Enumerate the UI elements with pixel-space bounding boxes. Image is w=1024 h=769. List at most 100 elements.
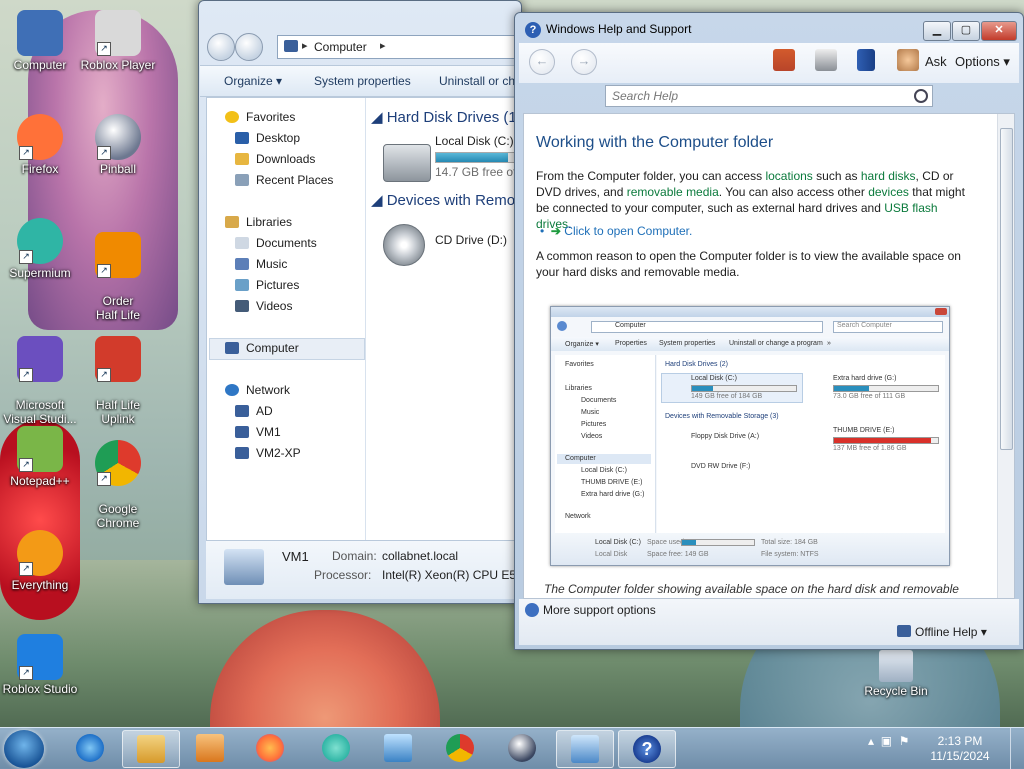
help-icon: ? [525, 22, 541, 38]
ask-icon[interactable] [897, 49, 919, 71]
organize-button[interactable]: Organize ▾ [224, 74, 282, 88]
chevron-right-icon: ▸ [380, 40, 386, 52]
link-locations[interactable]: locations [765, 169, 812, 183]
nav-downloads[interactable]: Downloads [235, 152, 315, 166]
local-disk-usage-bar [435, 152, 521, 163]
desktop-icon-label: Roblox Studio [2, 682, 78, 696]
network-icon [225, 384, 239, 396]
nav-network-vm1[interactable]: VM1 [235, 425, 281, 439]
system-tray[interactable]: ▴ ▣ ⚑ [868, 734, 909, 748]
help-title-bar: ? Windows Help and Support [525, 22, 691, 38]
taskbar-network-settings[interactable] [370, 730, 426, 766]
taskbar-media-player[interactable] [182, 730, 238, 766]
maximize-button[interactable]: ▢ [952, 21, 980, 41]
back-button[interactable] [207, 33, 235, 61]
browse-help-icon[interactable] [857, 49, 875, 71]
help-vertical-scrollbar[interactable] [997, 114, 1014, 598]
taskbar-pinball[interactable] [494, 730, 550, 766]
chevron-right-icon: ▸ [302, 40, 308, 52]
start-button[interactable] [4, 730, 44, 768]
nav-libraries[interactable]: Libraries [225, 215, 292, 229]
taskbar-windows-explorer[interactable] [122, 730, 180, 768]
desktop-icon-roblox-studio[interactable]: ↗ Roblox Studio [2, 634, 78, 696]
link-hard-disks[interactable]: hard disks [861, 169, 916, 183]
desktop-icon-supermium[interactable]: ↗ Supermium [2, 218, 78, 280]
desktop-icon-label: Order Half Life [95, 294, 141, 322]
help-search-input[interactable]: Search Help [605, 85, 933, 107]
forward-button[interactable] [235, 33, 263, 61]
link-devices[interactable]: devices [868, 185, 909, 199]
uninstall-button[interactable]: Uninstall or ch [439, 74, 515, 88]
desktop-icon-pinball[interactable]: ↗ Pinball [80, 114, 156, 176]
address-bar[interactable]: ▸ Computer ▸ [277, 35, 529, 59]
taskbar-supermium[interactable] [308, 730, 364, 766]
clock[interactable]: 2:13 PM 11/15/2024 [930, 734, 990, 764]
desktop-icon-firefox[interactable]: ↗ Firefox [2, 114, 78, 176]
taskbar-control-panel[interactable] [556, 730, 614, 768]
desktop-icon-notepad-plus-plus[interactable]: ↗ Notepad++ [2, 426, 78, 488]
print-icon[interactable] [815, 49, 837, 71]
desktop-icon-half-life-uplink[interactable]: ↗ Half Life Uplink [80, 322, 156, 440]
internet-explorer-icon [76, 734, 104, 762]
group-header-devices[interactable]: ◢ Devices with Remov [371, 191, 521, 209]
options-button[interactable]: Options ▾ [955, 54, 1010, 70]
ask-button[interactable]: Ask [925, 54, 947, 69]
search-icon[interactable] [914, 89, 928, 103]
article-title: Working with the Computer folder [536, 134, 774, 151]
desktop-icon-visual-studio[interactable]: ↗ Microsoft Visual Studi... [2, 322, 78, 440]
help-window[interactable]: ? Windows Help and Support ▁ ▢ ✕ ← → Ask … [514, 12, 1024, 650]
home-icon[interactable] [773, 49, 795, 71]
desktop-icon-label: Half Life Uplink [95, 398, 141, 426]
scrollbar-thumb[interactable] [1000, 128, 1013, 450]
downloads-folder-icon [235, 153, 249, 165]
address-text: Computer [314, 40, 367, 54]
taskbar-internet-explorer[interactable] [62, 730, 118, 766]
nav-desktop[interactable]: Desktop [235, 131, 300, 145]
link-removable-media[interactable]: removable media [627, 185, 719, 199]
back-button[interactable]: ← [529, 49, 555, 75]
desktop-icon-order-half-life[interactable]: ↗ Order Half Life [80, 218, 156, 336]
hard-disk-icon [383, 144, 431, 182]
taskbar-firefox[interactable] [242, 730, 298, 766]
close-button[interactable]: ✕ [981, 21, 1017, 41]
desktop-icon [235, 132, 249, 144]
computer-icon [224, 549, 264, 585]
nav-network[interactable]: Network [225, 383, 290, 397]
visual-studio-icon: ↗ [17, 336, 63, 382]
nav-favorites[interactable]: Favorites [225, 110, 295, 124]
click-to-open-computer-link[interactable]: • ➔ Click to open Computer. [540, 224, 692, 238]
desktop-icon-google-chrome[interactable]: ↗ Google Chrome [80, 426, 156, 544]
details-computer-name: VM1 [282, 549, 309, 564]
usage-fill [436, 153, 508, 162]
nav-computer[interactable]: Computer [225, 341, 299, 355]
taskbar-help-and-support[interactable]: ? [618, 730, 676, 768]
nav-documents[interactable]: Documents [235, 236, 317, 250]
cd-drive-d[interactable]: CD Drive (D:) [435, 233, 507, 247]
desktop-icon-label: Everything [11, 578, 69, 592]
desktop-icon-roblox-player[interactable]: ↗ Roblox Player [80, 10, 156, 72]
desktop-icon-computer[interactable]: Computer [2, 10, 78, 72]
nav-music[interactable]: Music [235, 257, 287, 271]
network-icon: ▣ [880, 734, 893, 748]
local-disk-c[interactable]: Local Disk (C:) [435, 134, 514, 148]
offline-help-button[interactable]: Offline Help ▾ [915, 625, 987, 639]
forward-button[interactable]: → [571, 49, 597, 75]
pinball-icon: ↗ [95, 114, 141, 160]
half-life-icon: ↗ [95, 232, 141, 278]
system-properties-button[interactable]: System properties [314, 74, 411, 88]
taskbar-chrome[interactable] [432, 730, 488, 766]
minimize-button[interactable]: ▁ [923, 21, 951, 41]
local-disk-free-space: 14.7 GB free of [435, 165, 517, 179]
nav-pictures[interactable]: Pictures [235, 278, 299, 292]
show-desktop-button[interactable] [1010, 728, 1024, 769]
star-icon [225, 111, 239, 123]
group-header-hard-disks[interactable]: ◢ Hard Disk Drives (1 [371, 108, 517, 126]
explorer-window[interactable]: ▸ Computer ▸ Organize ▾ System propertie… [198, 0, 529, 604]
nav-network-vm2[interactable]: VM2-XP [235, 446, 301, 460]
nav-network-ad[interactable]: AD [235, 404, 273, 418]
more-support-options-link[interactable]: More support options [543, 603, 656, 617]
nav-videos[interactable]: Videos [235, 299, 292, 313]
nav-recent-places[interactable]: Recent Places [235, 173, 333, 187]
desktop-icon-recycle-bin[interactable]: Recycle Bin [858, 650, 934, 698]
desktop-icon-everything[interactable]: ↗ Everything [2, 530, 78, 592]
